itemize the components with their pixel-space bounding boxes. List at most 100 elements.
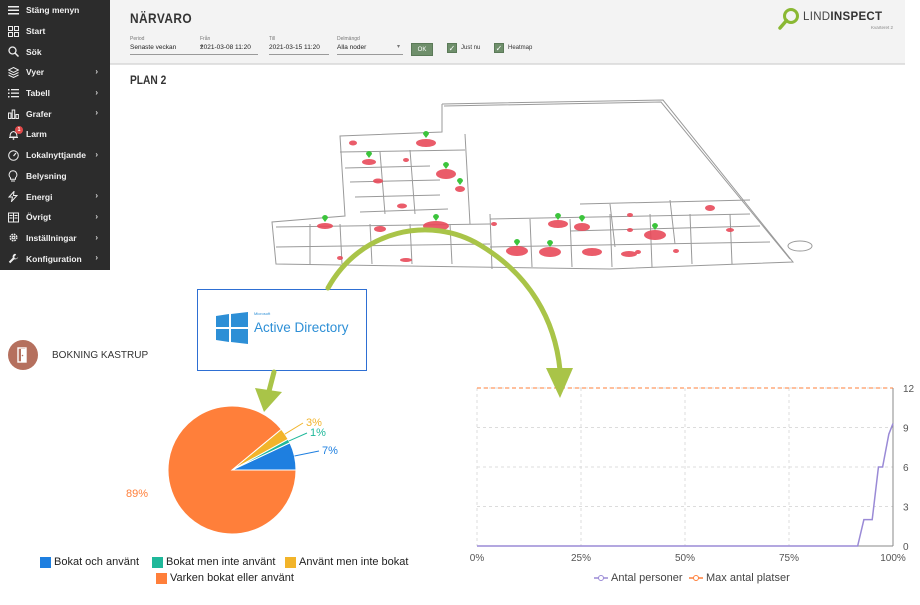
sidebar-item-start[interactable]: Start bbox=[0, 21, 110, 42]
app-window: Stäng menyn Start Sök Vyer › Tabell › Grafer › 1 L… bbox=[0, 0, 905, 270]
y-tick-label: 6 bbox=[903, 463, 909, 474]
windows-logo-icon bbox=[216, 312, 248, 344]
x-tick-label: 50% bbox=[675, 553, 695, 564]
booking-header: BOKNING KASTRUP bbox=[8, 340, 148, 370]
line-legend-item: Antal personer bbox=[594, 572, 683, 584]
sidebar-item-belysning[interactable]: Belysning bbox=[0, 166, 110, 187]
book-icon bbox=[0, 212, 26, 223]
sidebar-item-stäng-menyn[interactable]: Stäng menyn bbox=[0, 0, 110, 21]
sidebar-item-label: Start bbox=[26, 26, 46, 37]
pie-label-leader bbox=[294, 450, 320, 457]
door-icon bbox=[8, 340, 38, 370]
sidebar-item-lokalnyttjande[interactable]: Lokalnyttjande › bbox=[0, 145, 110, 166]
y-tick-label: 3 bbox=[903, 503, 909, 514]
logo-text: LINDINSPECT bbox=[803, 11, 883, 23]
checkmark-icon: ✓ bbox=[494, 43, 504, 53]
chevron-right-icon: › bbox=[95, 149, 98, 159]
chevron-right-icon: › bbox=[95, 211, 98, 221]
page-header: NÄRVARO Period Senaste veckan ▾ Från 202… bbox=[110, 0, 905, 64]
gear-icon bbox=[0, 232, 26, 243]
sidebar-item-inställningar[interactable]: Inställningar › bbox=[0, 228, 110, 249]
pie-legend-item: Bokat och använt bbox=[40, 556, 139, 568]
sidebar-item-övrigt[interactable]: Övrigt › bbox=[0, 207, 110, 228]
sidebar-item-larm[interactable]: 1 Larm bbox=[0, 124, 110, 145]
pie-data-label: 7% bbox=[322, 445, 338, 457]
just-nu-checkbox[interactable]: ✓ Just nu bbox=[447, 43, 480, 53]
active-directory-label: Active Directory bbox=[254, 320, 349, 335]
from-label: Från bbox=[200, 36, 211, 42]
gauge-icon bbox=[0, 149, 26, 161]
heatmap-label: Heatmap bbox=[508, 45, 533, 51]
page-title: NÄRVARO bbox=[130, 10, 193, 26]
pie-data-label: 89% bbox=[126, 488, 148, 500]
sidebar-item-label: Larm bbox=[26, 129, 47, 140]
chevron-right-icon: › bbox=[95, 232, 98, 242]
active-directory-box: Microsoft Active Directory bbox=[197, 289, 367, 371]
to-label: Till bbox=[269, 36, 276, 42]
sidebar-item-label: Sök bbox=[26, 46, 42, 57]
sidebar-item-label: Lokalnyttjande bbox=[26, 150, 86, 161]
sidebar-item-label: Belysning bbox=[26, 170, 67, 181]
y-tick-label: 9 bbox=[903, 424, 909, 435]
floor-plan-heatmap[interactable] bbox=[110, 64, 905, 270]
hamburger-icon bbox=[0, 5, 26, 15]
list-icon bbox=[0, 88, 26, 98]
booking-pie-chart: 7%1%3%89% bbox=[126, 405, 338, 535]
checkmark-icon: ✓ bbox=[447, 43, 457, 53]
microsoft-label: Microsoft bbox=[254, 311, 271, 316]
x-tick-label: 75% bbox=[779, 553, 799, 564]
search-icon bbox=[0, 46, 26, 58]
sidebar-item-vyer[interactable]: Vyer › bbox=[0, 62, 110, 83]
sidebar: Stäng menyn Start Sök Vyer › Tabell › Grafer › 1 L… bbox=[0, 0, 110, 270]
to-value: 2021-03-15 11:20 bbox=[269, 44, 320, 51]
lightning-icon bbox=[0, 191, 26, 203]
grid-icon bbox=[0, 25, 26, 37]
bar-chart-icon bbox=[0, 108, 26, 120]
chevron-right-icon: › bbox=[95, 253, 98, 263]
sidebar-item-label: Inställningar bbox=[26, 232, 77, 243]
sidebar-item-label: Grafer bbox=[26, 108, 52, 119]
subset-value: Alla noder bbox=[337, 44, 367, 51]
legend-line-marker-icon bbox=[594, 575, 608, 581]
layers-icon bbox=[0, 66, 26, 78]
from-value: 2021-03-08 11:20 bbox=[200, 44, 251, 51]
sidebar-item-tabell[interactable]: Tabell › bbox=[0, 83, 110, 104]
wrench-icon bbox=[0, 253, 26, 264]
x-tick-label: 0% bbox=[470, 553, 485, 564]
chevron-right-icon: › bbox=[95, 67, 98, 77]
pie-data-label: 3% bbox=[306, 417, 322, 429]
y-tick-label: 12 bbox=[903, 384, 915, 395]
chevron-right-icon: › bbox=[95, 87, 98, 97]
magnifier-logo-icon bbox=[778, 8, 799, 30]
lightbulb-icon bbox=[0, 170, 26, 182]
pie-label-leader bbox=[284, 422, 304, 435]
sidebar-item-label: Energi bbox=[26, 191, 53, 202]
pie-legend-item: Använt men inte bokat bbox=[285, 556, 408, 568]
pie-legend-item: Varken bokat eller använt bbox=[156, 572, 294, 584]
subset-label: Delmängd bbox=[337, 36, 360, 42]
screenshot-root: Stäng menyn Start Sök Vyer › Tabell › Grafer › 1 L… bbox=[0, 0, 920, 605]
sidebar-item-energi[interactable]: Energi › bbox=[0, 186, 110, 207]
line-legend-item: Max antal platser bbox=[689, 572, 790, 584]
occupancy-line-chart: 0% 25% 50% 75% 100%0 3 6 9 12 bbox=[470, 384, 915, 564]
pie-label-leader bbox=[288, 432, 308, 442]
x-tick-label: 100% bbox=[880, 553, 906, 564]
logo-subtitle: Kvarteret 2 bbox=[870, 25, 893, 30]
sidebar-item-label: Tabell bbox=[26, 88, 50, 99]
sidebar-item-grafer[interactable]: Grafer › bbox=[0, 103, 110, 124]
period-label: Period bbox=[130, 36, 145, 42]
sidebar-item-label: Stäng menyn bbox=[26, 5, 80, 16]
legend-line-marker-icon bbox=[689, 575, 703, 581]
pie-slice bbox=[167, 405, 297, 535]
pie-legend-item: Bokat men inte använt bbox=[152, 556, 275, 568]
chevron-right-icon: › bbox=[95, 108, 98, 118]
y-tick-label: 0 bbox=[903, 542, 909, 553]
period-value: Senaste veckan bbox=[130, 44, 177, 51]
sidebar-item-label: Konfiguration bbox=[26, 253, 82, 264]
heatmap-checkbox[interactable]: ✓ Heatmap bbox=[494, 43, 532, 53]
ok-button[interactable]: OK bbox=[411, 43, 433, 56]
x-tick-label: 25% bbox=[571, 553, 591, 564]
sidebar-item-konfiguration[interactable]: Konfiguration › bbox=[0, 248, 110, 269]
chevron-down-icon: ▾ bbox=[397, 44, 401, 50]
sidebar-item-sök[interactable]: Sök bbox=[0, 41, 110, 62]
